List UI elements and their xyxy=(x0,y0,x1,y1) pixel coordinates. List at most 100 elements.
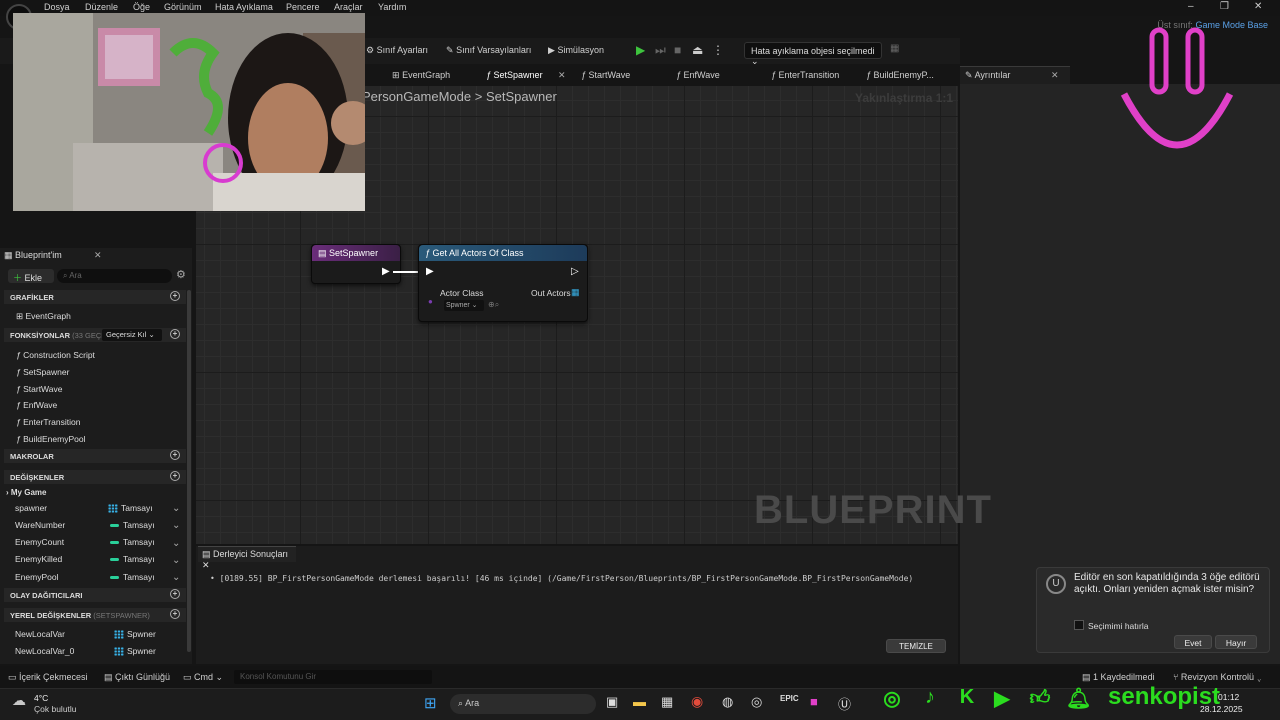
details-tab-label[interactable]: ✎ Ayrıntılar xyxy=(965,70,1010,81)
override-dropdown[interactable]: Geçersiz Kıl ⌄ xyxy=(102,329,162,341)
remember-checkbox[interactable] xyxy=(1074,620,1084,630)
menu-window[interactable]: Pencere xyxy=(286,2,320,12)
clock-time[interactable]: 01:12 xyxy=(1218,692,1239,702)
play-icon[interactable]: ▶ xyxy=(636,43,645,57)
console-input[interactable]: Konsol Komutunu Gir xyxy=(234,670,432,684)
store-icon[interactable]: ▦ xyxy=(661,694,673,710)
chrome-icon[interactable]: ◉ xyxy=(691,693,703,710)
section-local-variables[interactable]: YEREL DEĞİŞKENLER (SETSPAWNER) + xyxy=(4,608,186,622)
menu-edit[interactable]: Düzenle xyxy=(85,2,118,12)
more-options-icon[interactable]: ⋮ xyxy=(712,43,724,57)
local-variable-type[interactable]: Spwner xyxy=(114,646,156,657)
menu-file[interactable]: Dosya xyxy=(44,2,70,12)
function-item-entertransition[interactable]: ƒ EnterTransition xyxy=(16,417,80,427)
content-drawer-button[interactable]: ▭ İçerik Çekmecesi xyxy=(8,672,88,683)
weather-text[interactable]: Çok bulutlu xyxy=(34,704,77,714)
variable-item[interactable]: EnemyCount xyxy=(15,537,64,547)
minimize-icon[interactable]: – xyxy=(1188,1,1194,12)
actor-class-dropdown[interactable]: Spwner ⌄ xyxy=(444,300,484,311)
steam-icon[interactable]: ◎ xyxy=(751,694,762,710)
variable-item[interactable]: EnemyPool xyxy=(15,572,58,582)
taskbar-search[interactable]: ⌕ Ara xyxy=(450,694,596,714)
add-graph-icon[interactable]: + xyxy=(170,291,180,301)
output-log-button[interactable]: ▤ Çıktı Günlüğü xyxy=(104,672,170,683)
local-variable-item[interactable]: NewLocalVar_0 xyxy=(15,646,74,656)
cmd-dropdown[interactable]: ▭ Cmd ⌄ xyxy=(183,672,223,683)
media-app-icon[interactable]: ■ xyxy=(810,694,818,709)
variable-type[interactable]: Tamsayı xyxy=(108,503,153,514)
close-tab-icon[interactable]: ✕ xyxy=(202,560,210,570)
class-pin-icon[interactable]: ● xyxy=(428,297,433,306)
section-graphs[interactable]: GRAFİKLER + xyxy=(4,290,186,304)
menu-debug[interactable]: Hata Ayıklama xyxy=(215,2,273,12)
variable-type[interactable]: Tamsayı xyxy=(110,520,155,530)
variable-expand-icons[interactable]: ⌄ ⌄ ⌄ ⌄ ⌄ xyxy=(172,500,180,586)
variable-type[interactable]: Tamsayı xyxy=(110,554,155,564)
exec-out-pin-2[interactable]: ▷ xyxy=(571,266,579,277)
class-defaults-button[interactable]: ✎ Sınıf Varsayılanları xyxy=(446,45,531,56)
close-details-icon[interactable]: ✕ xyxy=(1051,70,1059,81)
exec-in-pin[interactable]: ▶ xyxy=(426,266,434,277)
simulation-button[interactable]: ▶ Simülasyon xyxy=(548,45,604,56)
windows-start-icon[interactable]: ⊞ xyxy=(424,694,437,712)
debug-filter-icon[interactable]: ▦ xyxy=(890,43,899,54)
unreal-taskbar-icon[interactable]: Ⓤ xyxy=(838,694,851,713)
variable-item[interactable]: EnemyKilled xyxy=(15,554,62,564)
section-event-dispatchers[interactable]: OLAY DAĞITICILARI + xyxy=(4,588,186,602)
revision-control-button[interactable]: ⑂ Revizyon Kontrolü ⌄ xyxy=(1173,672,1262,682)
add-variable-icon[interactable]: + xyxy=(170,471,180,481)
tab-setspawner[interactable]: ƒ SetSpawner xyxy=(486,70,543,80)
local-variable-item[interactable]: NewLocalVar xyxy=(15,629,65,639)
step-icon[interactable]: ⏭ xyxy=(655,43,666,58)
add-dispatcher-icon[interactable]: + xyxy=(170,589,180,599)
menu-tools[interactable]: Araçlar xyxy=(334,2,363,12)
function-item-startwave[interactable]: ƒ StartWave xyxy=(16,384,62,394)
exec-out-pin[interactable]: ▶ xyxy=(382,266,390,277)
debug-object-select[interactable]: Hata ayıklama objesi seçilmedi ⌄ xyxy=(744,42,882,66)
function-item-enfwave[interactable]: ƒ EnfWave xyxy=(16,400,57,410)
tab-buildenemypool[interactable]: ƒ BuildEnemyP... xyxy=(866,70,934,80)
local-variable-type[interactable]: Spwner xyxy=(114,629,156,640)
eject-icon[interactable]: ⏏ xyxy=(692,43,703,57)
add-button[interactable]: ＋ Ekle xyxy=(8,269,54,283)
function-item-buildenemypool[interactable]: ƒ BuildEnemyPool xyxy=(16,434,85,444)
task-view-icon[interactable]: ▣ xyxy=(606,694,618,710)
class-settings-button[interactable]: ⚙ Sınıf Ayarları xyxy=(366,45,428,56)
function-item-construction-script[interactable]: ƒ Construction Script xyxy=(16,350,95,360)
tab-entertransition[interactable]: ƒ EnterTransition xyxy=(771,70,839,80)
discord-icon[interactable]: ◍ xyxy=(722,694,733,710)
epic-games-icon[interactable]: EPIC xyxy=(780,694,799,703)
menu-view[interactable]: Görünüm xyxy=(164,2,202,12)
add-local-variable-icon[interactable]: + xyxy=(170,609,180,619)
array-pin-icon[interactable]: ▦ xyxy=(571,287,580,298)
close-panel-icon[interactable]: ✕ xyxy=(94,250,102,261)
add-function-icon[interactable]: + xyxy=(170,329,180,339)
tab-enfwave[interactable]: ƒ EnfWave xyxy=(676,70,720,80)
no-button[interactable]: Hayır xyxy=(1215,635,1257,649)
menu-help[interactable]: Yardım xyxy=(378,2,406,12)
browse-icon[interactable]: ⊕⌕ xyxy=(488,300,499,310)
graph-item-eventgraph[interactable]: ⊞ EventGraph xyxy=(16,311,71,322)
tab-eventgraph[interactable]: ⊞ EventGraph xyxy=(392,70,450,81)
menu-asset[interactable]: Öğe xyxy=(133,2,150,12)
breadcrumb-parent[interactable]: PersonGameMode xyxy=(362,89,471,104)
panel-scrollbar[interactable] xyxy=(187,290,191,652)
settings-gear-icon[interactable]: ⚙ xyxy=(176,268,186,281)
variable-type[interactable]: Tamsayı xyxy=(110,537,155,547)
breadcrumb-current[interactable]: SetSpawner xyxy=(486,89,557,104)
variable-item[interactable]: WareNumber xyxy=(15,520,65,530)
variable-category[interactable]: › My Game xyxy=(6,488,46,497)
temperature[interactable]: 4°C xyxy=(34,693,48,703)
yes-button[interactable]: Evet xyxy=(1174,635,1212,649)
blueprint-search-input[interactable]: ⌕ Ara xyxy=(57,269,172,283)
section-macros[interactable]: MAKROLAR + xyxy=(4,449,186,463)
entry-node[interactable]: ▤ SetSpawner xyxy=(311,244,401,284)
close-tab-icon[interactable]: ✕ xyxy=(558,70,566,81)
my-blueprint-tab[interactable]: ▦ Blueprint'im ✕ xyxy=(4,250,104,264)
variable-type[interactable]: Tamsayı xyxy=(110,572,155,582)
file-explorer-icon[interactable]: ▬ xyxy=(633,694,646,709)
function-item-setspawner[interactable]: ƒ SetSpawner xyxy=(16,367,69,377)
add-macro-icon[interactable]: + xyxy=(170,450,180,460)
section-variables[interactable]: DEĞİŞKENLER + xyxy=(4,470,186,484)
weather-icon[interactable]: ☁ xyxy=(12,692,26,709)
